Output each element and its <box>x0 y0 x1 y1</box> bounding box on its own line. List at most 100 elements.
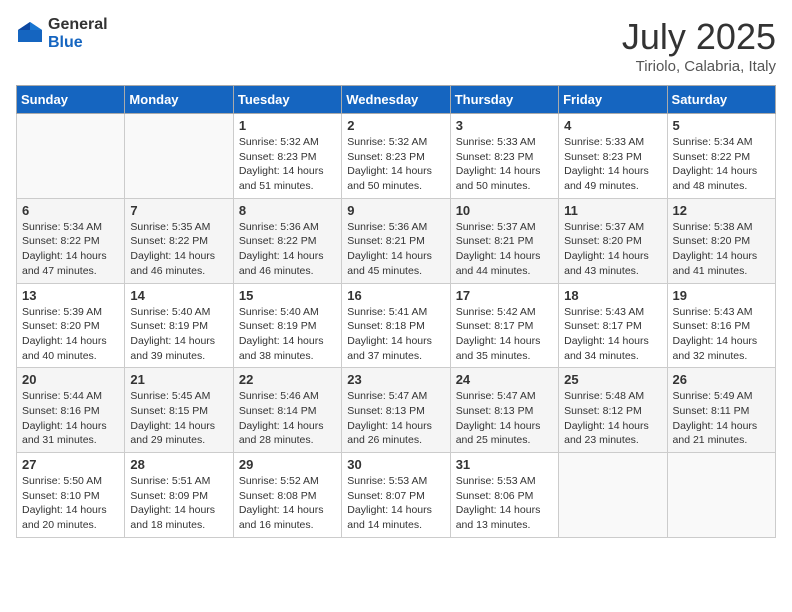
cell-text: Sunrise: 5:53 AMSunset: 8:06 PMDaylight:… <box>456 474 553 533</box>
cell-text: Sunrise: 5:38 AMSunset: 8:20 PMDaylight:… <box>673 220 770 279</box>
calendar-header-friday: Friday <box>559 86 667 114</box>
calendar-cell: 3 Sunrise: 5:33 AMSunset: 8:23 PMDaylight… <box>450 114 558 199</box>
calendar-header-saturday: Saturday <box>667 86 775 114</box>
cell-text: Sunrise: 5:40 AMSunset: 8:19 PMDaylight:… <box>239 305 336 364</box>
cell-text: Sunrise: 5:35 AMSunset: 8:22 PMDaylight:… <box>130 220 227 279</box>
day-number: 6 <box>22 203 119 218</box>
cell-text: Sunrise: 5:37 AMSunset: 8:20 PMDaylight:… <box>564 220 661 279</box>
month-title: July 2025 <box>622 16 776 58</box>
day-number: 23 <box>347 372 444 387</box>
day-number: 7 <box>130 203 227 218</box>
cell-text: Sunrise: 5:34 AMSunset: 8:22 PMDaylight:… <box>673 135 770 194</box>
calendar-week-row: 27 Sunrise: 5:50 AMSunset: 8:10 PMDayligh… <box>17 453 776 538</box>
calendar-header-tuesday: Tuesday <box>233 86 341 114</box>
day-number: 10 <box>456 203 553 218</box>
calendar-header-wednesday: Wednesday <box>342 86 450 114</box>
calendar-cell: 17 Sunrise: 5:42 AMSunset: 8:17 PMDayligh… <box>450 283 558 368</box>
calendar-cell: 26 Sunrise: 5:49 AMSunset: 8:11 PMDayligh… <box>667 368 775 453</box>
calendar-cell: 19 Sunrise: 5:43 AMSunset: 8:16 PMDayligh… <box>667 283 775 368</box>
cell-text: Sunrise: 5:36 AMSunset: 8:21 PMDaylight:… <box>347 220 444 279</box>
day-number: 13 <box>22 288 119 303</box>
calendar-cell <box>667 453 775 538</box>
calendar-header-row: SundayMondayTuesdayWednesdayThursdayFrid… <box>17 86 776 114</box>
page-header: General Blue July 2025 Tiriolo, Calabria… <box>16 16 776 75</box>
cell-text: Sunrise: 5:34 AMSunset: 8:22 PMDaylight:… <box>22 220 119 279</box>
calendar-week-row: 6 Sunrise: 5:34 AMSunset: 8:22 PMDaylight… <box>17 198 776 283</box>
calendar-table: SundayMondayTuesdayWednesdayThursdayFrid… <box>16 85 776 538</box>
calendar-cell: 29 Sunrise: 5:52 AMSunset: 8:08 PMDayligh… <box>233 453 341 538</box>
cell-text: Sunrise: 5:32 AMSunset: 8:23 PMDaylight:… <box>347 135 444 194</box>
calendar-cell: 25 Sunrise: 5:48 AMSunset: 8:12 PMDayligh… <box>559 368 667 453</box>
cell-text: Sunrise: 5:53 AMSunset: 8:07 PMDaylight:… <box>347 474 444 533</box>
calendar-cell: 1 Sunrise: 5:32 AMSunset: 8:23 PMDaylight… <box>233 114 341 199</box>
cell-text: Sunrise: 5:48 AMSunset: 8:12 PMDaylight:… <box>564 389 661 448</box>
calendar-cell: 10 Sunrise: 5:37 AMSunset: 8:21 PMDayligh… <box>450 198 558 283</box>
cell-text: Sunrise: 5:43 AMSunset: 8:16 PMDaylight:… <box>673 305 770 364</box>
calendar-cell <box>125 114 233 199</box>
cell-text: Sunrise: 5:41 AMSunset: 8:18 PMDaylight:… <box>347 305 444 364</box>
calendar-week-row: 1 Sunrise: 5:32 AMSunset: 8:23 PMDaylight… <box>17 114 776 199</box>
logo-general-text: General <box>48 16 108 33</box>
calendar-cell: 16 Sunrise: 5:41 AMSunset: 8:18 PMDayligh… <box>342 283 450 368</box>
cell-text: Sunrise: 5:33 AMSunset: 8:23 PMDaylight:… <box>564 135 661 194</box>
location-title: Tiriolo, Calabria, Italy <box>622 58 776 75</box>
calendar-header-monday: Monday <box>125 86 233 114</box>
day-number: 24 <box>456 372 553 387</box>
calendar-cell: 2Sunrise: 5:32 AMSunset: 8:23 PMDaylight… <box>342 114 450 199</box>
calendar-cell: 24Sunrise: 5:47 AMSunset: 8:13 PMDayligh… <box>450 368 558 453</box>
day-number: 31 <box>456 457 553 472</box>
day-number: 15 <box>239 288 336 303</box>
cell-text: Sunrise: 5:47 AMSunset: 8:13 PMDaylight:… <box>347 389 444 448</box>
calendar-cell: 23 Sunrise: 5:47 AMSunset: 8:13 PMDayligh… <box>342 368 450 453</box>
calendar-cell: 14Sunrise: 5:40 AMSunset: 8:19 PMDayligh… <box>125 283 233 368</box>
cell-text: Sunrise: 5:40 AMSunset: 8:19 PMDaylight:… <box>130 305 227 364</box>
day-number: 22 <box>239 372 336 387</box>
day-number: 9 <box>347 203 444 218</box>
day-number: 25 <box>564 372 661 387</box>
calendar-week-row: 20Sunrise: 5:44 AMSunset: 8:16 PMDayligh… <box>17 368 776 453</box>
day-number: 8 <box>239 203 336 218</box>
day-number: 3 <box>456 118 553 133</box>
cell-text: Sunrise: 5:39 AMSunset: 8:20 PMDaylight:… <box>22 305 119 364</box>
calendar-cell: 31 Sunrise: 5:53 AMSunset: 8:06 PMDayligh… <box>450 453 558 538</box>
cell-text: Sunrise: 5:49 AMSunset: 8:11 PMDaylight:… <box>673 389 770 448</box>
calendar-cell: 28Sunrise: 5:51 AMSunset: 8:09 PMDayligh… <box>125 453 233 538</box>
calendar-cell <box>559 453 667 538</box>
calendar-header-sunday: Sunday <box>17 86 125 114</box>
calendar-cell: 22 Sunrise: 5:46 AMSunset: 8:14 PMDayligh… <box>233 368 341 453</box>
day-number: 29 <box>239 457 336 472</box>
day-number: 26 <box>673 372 770 387</box>
day-number: 28 <box>130 457 227 472</box>
day-number: 27 <box>22 457 119 472</box>
cell-text: Sunrise: 5:32 AMSunset: 8:23 PMDaylight:… <box>239 135 336 194</box>
calendar-week-row: 13 Sunrise: 5:39 AMSunset: 8:20 PMDayligh… <box>17 283 776 368</box>
calendar-cell: 8Sunrise: 5:36 AMSunset: 8:22 PMDaylight… <box>233 198 341 283</box>
calendar-cell <box>17 114 125 199</box>
logo-blue-text: Blue <box>48 34 83 51</box>
calendar-cell: 15 Sunrise: 5:40 AMSunset: 8:19 PMDayligh… <box>233 283 341 368</box>
day-number: 30 <box>347 457 444 472</box>
day-number: 19 <box>673 288 770 303</box>
day-number: 18 <box>564 288 661 303</box>
calendar-header-thursday: Thursday <box>450 86 558 114</box>
calendar-cell: 9 Sunrise: 5:36 AMSunset: 8:21 PMDaylight… <box>342 198 450 283</box>
day-number: 11 <box>564 203 661 218</box>
day-number: 17 <box>456 288 553 303</box>
calendar-cell: 21Sunrise: 5:45 AMSunset: 8:15 PMDayligh… <box>125 368 233 453</box>
cell-text: Sunrise: 5:46 AMSunset: 8:14 PMDaylight:… <box>239 389 336 448</box>
day-number: 1 <box>239 118 336 133</box>
day-number: 20 <box>22 372 119 387</box>
day-number: 12 <box>673 203 770 218</box>
cell-text: Sunrise: 5:42 AMSunset: 8:17 PMDaylight:… <box>456 305 553 364</box>
logo: General Blue <box>16 16 108 52</box>
cell-text: Sunrise: 5:52 AMSunset: 8:08 PMDaylight:… <box>239 474 336 533</box>
logo-icon <box>16 20 44 48</box>
calendar-cell: 27 Sunrise: 5:50 AMSunset: 8:10 PMDayligh… <box>17 453 125 538</box>
calendar-cell: 11 Sunrise: 5:37 AMSunset: 8:20 PMDayligh… <box>559 198 667 283</box>
calendar-cell: 5Sunrise: 5:34 AMSunset: 8:22 PMDaylight… <box>667 114 775 199</box>
cell-text: Sunrise: 5:50 AMSunset: 8:10 PMDaylight:… <box>22 474 119 533</box>
calendar-cell: 4Sunrise: 5:33 AMSunset: 8:23 PMDaylight… <box>559 114 667 199</box>
cell-text: Sunrise: 5:37 AMSunset: 8:21 PMDaylight:… <box>456 220 553 279</box>
cell-text: Sunrise: 5:33 AMSunset: 8:23 PMDaylight:… <box>456 135 553 194</box>
day-number: 16 <box>347 288 444 303</box>
